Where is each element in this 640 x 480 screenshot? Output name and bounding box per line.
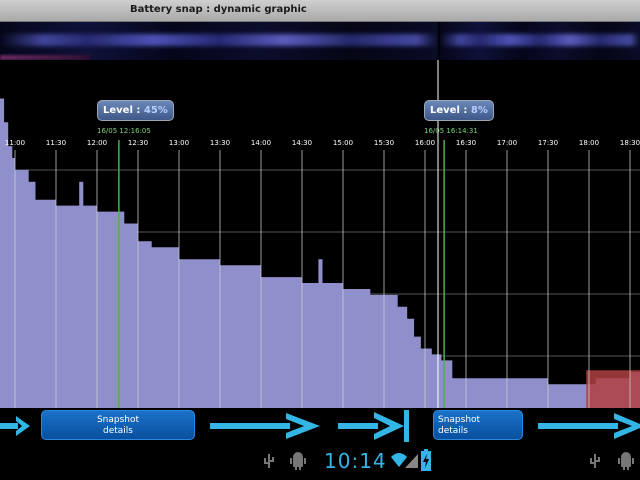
- button-label-line2: details: [438, 426, 468, 436]
- arrow-left-partial-icon: [0, 416, 30, 436]
- status-bar: [0, 442, 640, 480]
- title-bar: Battery snap : dynamic graphic: [0, 0, 640, 22]
- snapshot-details-button[interactable]: Snapshot details: [41, 410, 195, 440]
- time-tick-label: 12:30: [127, 139, 149, 147]
- marker-timestamp-2: 16/05 16:14:31: [424, 127, 478, 135]
- time-tick-label: 15:30: [373, 139, 395, 147]
- time-tick-label: 17:00: [496, 139, 518, 147]
- time-tick-label: 13:30: [209, 139, 231, 147]
- time-tick-label: 12:00: [86, 139, 108, 147]
- low-battery-zone: [586, 370, 640, 408]
- status-clock: 10:14: [324, 449, 387, 473]
- window-title: Battery snap : dynamic graphic: [130, 4, 307, 15]
- time-tick-label: 18:00: [578, 139, 600, 147]
- time-tick-label: 17:30: [537, 139, 559, 147]
- time-tick-label: 18:30: [619, 139, 640, 147]
- level-label: Level :: [430, 105, 471, 116]
- android-debug-icon-2: [618, 452, 634, 470]
- level-marker-1: Level : 45%: [97, 100, 174, 121]
- level-value: 8%: [470, 105, 488, 116]
- arrow-right-icon-2[interactable]: [538, 412, 640, 440]
- marker-timestamp-1: 16/05 12:16:05: [97, 127, 151, 135]
- arrow-right-icon[interactable]: [210, 412, 322, 440]
- button-label-line2: details: [103, 426, 133, 436]
- time-tick-label: 14:30: [291, 139, 313, 147]
- time-tick-label: 11:00: [4, 139, 26, 147]
- time-tick-label: 13:00: [168, 139, 190, 147]
- button-label-line1: Snapshot: [96, 415, 140, 425]
- level-marker-2: Level : 8%: [424, 100, 494, 121]
- overview-strip-left[interactable]: [0, 22, 438, 60]
- signal-icon: [405, 454, 418, 468]
- time-tick-label: 16:30: [455, 139, 477, 147]
- usb-icon: [264, 454, 274, 468]
- android-debug-icon: [290, 452, 306, 470]
- battery-charging-icon: [421, 449, 431, 471]
- level-label: Level :: [103, 105, 144, 116]
- time-tick-label: 14:00: [250, 139, 272, 147]
- usb-icon-2: [590, 454, 600, 468]
- level-value: 45%: [143, 105, 168, 116]
- button-label-line1: Snapshot: [438, 415, 481, 425]
- overview-strip-right[interactable]: [440, 22, 640, 60]
- time-tick-label: 16:00: [414, 139, 436, 147]
- battery-chart[interactable]: [0, 60, 640, 408]
- time-tick-label: 15:00: [332, 139, 354, 147]
- arrow-to-end-icon[interactable]: [338, 410, 418, 442]
- time-tick-label: 11:30: [45, 139, 67, 147]
- snapshot-details-button-2[interactable]: Snapshot details: [433, 410, 523, 440]
